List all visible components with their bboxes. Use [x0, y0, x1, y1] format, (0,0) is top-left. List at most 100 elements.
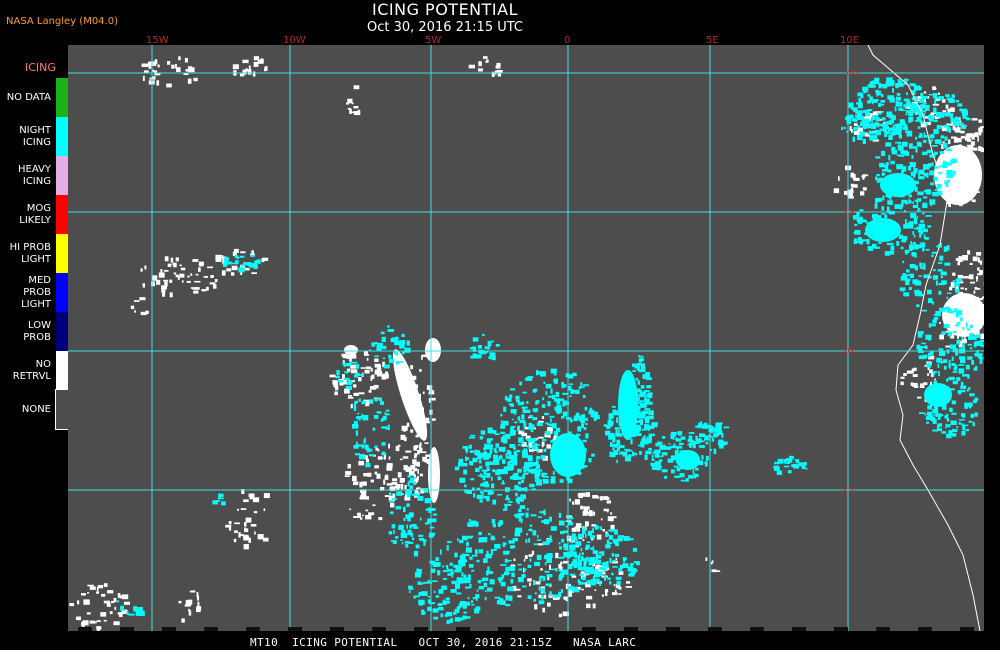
- cloud-cyan: [374, 397, 378, 402]
- cloud-white: [529, 582, 531, 587]
- cloud-cyan: [955, 352, 959, 356]
- cloud-white: [927, 367, 930, 371]
- cloud-cyan: [548, 395, 554, 398]
- cloud-cyan: [931, 134, 934, 136]
- cloud-cyan: [529, 415, 533, 418]
- cloud-white: [188, 608, 191, 612]
- cloud-white: [948, 139, 951, 145]
- cloud-cyan: [352, 424, 359, 429]
- cloud-cyan: [974, 412, 978, 417]
- cloud-cyan: [876, 174, 880, 177]
- cloud-white: [417, 463, 420, 467]
- cloud-white: [213, 284, 217, 289]
- cloud-cyan: [642, 428, 647, 431]
- cloud-cyan: [586, 580, 591, 585]
- cloud-cyan: [917, 85, 921, 89]
- cloud-white: [359, 481, 363, 485]
- cloud-white: [253, 61, 259, 67]
- bottom-tick: [960, 627, 974, 631]
- cloud-cyan: [939, 255, 944, 261]
- cloud-cyan: [862, 123, 866, 129]
- bottom-tick: [204, 627, 218, 631]
- cloud-cyan: [639, 391, 645, 398]
- cloud-cyan: [351, 361, 358, 364]
- cloud-cyan: [395, 506, 402, 510]
- cloud-white: [601, 594, 604, 597]
- cloud-white: [123, 601, 130, 605]
- cloud-cyan: [413, 550, 419, 557]
- cloud-cyan: [925, 215, 932, 217]
- cloud-cyan: [885, 142, 892, 147]
- cloud-white: [485, 59, 489, 63]
- cloud-cyan: [450, 589, 457, 593]
- cloud-cyan: [248, 265, 254, 268]
- lon-tick-10w: 10W: [283, 35, 306, 46]
- cloud-cyan: [527, 468, 532, 473]
- cloud-cyan: [514, 485, 519, 491]
- cloud-white: [341, 353, 347, 357]
- cloud-cyan: [226, 261, 232, 265]
- cloud-white: [169, 292, 173, 298]
- cloud-cyan: [881, 111, 884, 113]
- cloud-cyan: [645, 394, 650, 397]
- cloud-white: [584, 511, 589, 515]
- cloud-cyan: [590, 579, 595, 582]
- cloud-cyan: [939, 151, 945, 155]
- cloud-cyan: [609, 557, 612, 564]
- cloud-cyan: [488, 533, 491, 536]
- cloud-cyan: [529, 524, 533, 527]
- cloud-cyan: [568, 563, 573, 570]
- cloud-cyan: [955, 100, 959, 103]
- cloud-cyan: [534, 561, 541, 567]
- cloud-cyan: [611, 405, 616, 408]
- cloud-cyan: [912, 231, 915, 235]
- cloud-cyan: [937, 269, 943, 272]
- cloud-cyan: [937, 125, 942, 128]
- cloud-cyan: [495, 344, 500, 347]
- cloud-cyan: [625, 456, 631, 462]
- cloud-cyan: [398, 526, 404, 530]
- cloud-cyan: [475, 549, 478, 555]
- cloud-cyan: [951, 400, 956, 405]
- cloud-cyan: [487, 571, 493, 575]
- cloud-cyan: [518, 508, 522, 513]
- cloud-cyan: [427, 507, 431, 511]
- cloud-cyan: [126, 611, 129, 615]
- cloud-cyan: [674, 475, 681, 478]
- cloud-cyan: [517, 500, 520, 505]
- cloud-cyan: [618, 568, 623, 572]
- cloud-white: [402, 456, 409, 459]
- cloud-white: [853, 131, 860, 135]
- cloud-cyan: [896, 123, 901, 126]
- cloud-cyan: [503, 466, 510, 470]
- cloud-cyan: [952, 433, 957, 437]
- cloud-cyan: [881, 117, 886, 121]
- cloud-cyan: [937, 363, 940, 368]
- cloud-cyan: [490, 438, 493, 441]
- cloud-white: [419, 473, 423, 477]
- cloud-cyan: [946, 418, 950, 422]
- cloud-cyan: [916, 200, 919, 205]
- cloud-cyan: [951, 377, 955, 380]
- cloud-cyan: [944, 136, 948, 141]
- cloud-cyan: [235, 260, 239, 265]
- cloud-white: [144, 70, 149, 73]
- cloud-white: [374, 363, 381, 368]
- cloud-white: [388, 456, 391, 460]
- cloud-cyan: [776, 470, 783, 475]
- cloud-white: [705, 557, 708, 561]
- cloud-cyan: [559, 546, 563, 550]
- cloud-cyan: [589, 563, 593, 566]
- cloud-cyan: [543, 448, 547, 452]
- cloud-cyan: [923, 102, 927, 105]
- cloud-white: [121, 594, 129, 600]
- cloud-cyan: [923, 196, 928, 199]
- cloud-white: [243, 499, 249, 503]
- cloud-cyan: [504, 506, 508, 510]
- cloud-white: [375, 448, 379, 451]
- cloud-white: [942, 293, 984, 337]
- cloud-white: [947, 108, 951, 112]
- cloud-white: [94, 621, 97, 624]
- cloud-cyan: [459, 539, 464, 544]
- cloud-cyan: [859, 131, 865, 137]
